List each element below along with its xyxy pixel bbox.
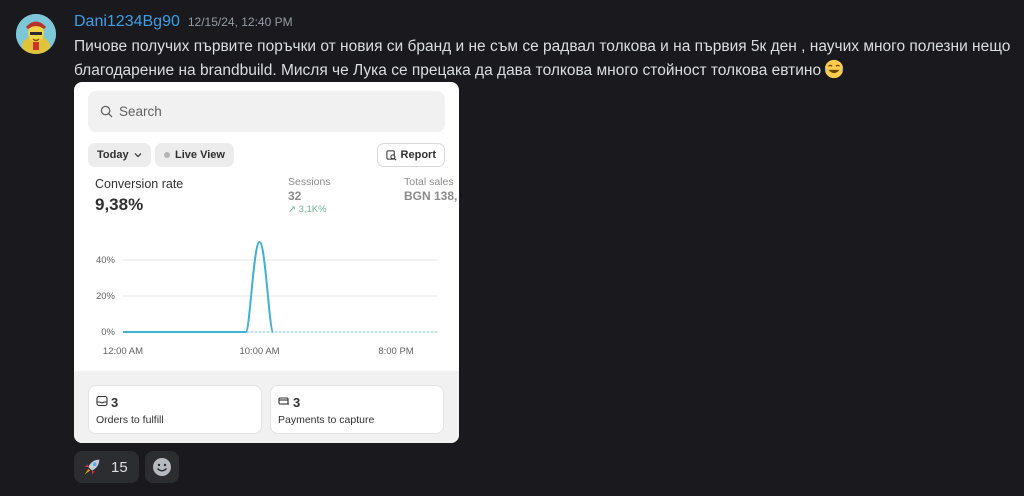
- search-placeholder: Search: [119, 104, 162, 119]
- avatar[interactable]: [16, 14, 56, 54]
- chevron-down-icon: [134, 153, 142, 158]
- sessions-value: 32: [288, 189, 302, 203]
- orders-card: 3 Orders to fulfill: [88, 385, 262, 434]
- report-icon: [385, 149, 396, 160]
- y-tick-label: 0%: [101, 327, 115, 338]
- payments-card: 3 Payments to capture: [270, 385, 444, 434]
- joy-emoji-icon: [824, 59, 844, 79]
- sessions-change: ↗ 3,1K%: [288, 204, 327, 215]
- orders-label: Orders to fulfill: [96, 414, 164, 426]
- rocket-reaction[interactable]: 15: [74, 451, 139, 483]
- report-label: Report: [400, 149, 436, 161]
- sessions-label: Sessions: [288, 176, 331, 188]
- search-icon: [100, 105, 113, 118]
- report-button: Report: [376, 143, 445, 167]
- conversion-rate-label: Conversion rate: [95, 177, 184, 191]
- payments-count: 3: [293, 395, 301, 410]
- summary-footer: 3 Orders to fulfill 3 Payments to captur…: [74, 371, 459, 443]
- conversion-series-line: [123, 240, 275, 333]
- payment-icon: [278, 397, 289, 405]
- username[interactable]: Dani1234Bg90: [74, 13, 180, 31]
- timestamp[interactable]: 12/15/24, 12:40 PM: [188, 15, 293, 29]
- message-header: Dani1234Bg90 12/15/24, 12:40 PM: [74, 13, 293, 31]
- today-label: Today: [97, 149, 129, 161]
- live-view-label: Live View: [175, 149, 225, 161]
- payments-label: Payments to capture: [278, 414, 375, 426]
- message-text: Пичове получих първите поръчки от новия …: [74, 36, 1018, 82]
- search-bar: Search: [88, 91, 445, 132]
- add-reaction-button[interactable]: [145, 451, 179, 483]
- smiley-icon: [153, 458, 171, 476]
- total-sales-value: BGN 138,: [404, 189, 458, 203]
- conversion-chart: 0% 20% 40% 12:00 AM 10:00 AM 8:00 PM: [96, 240, 437, 357]
- avatar-image: [16, 14, 56, 54]
- orders-count: 3: [111, 395, 119, 410]
- x-tick-label: 8:00 PM: [378, 346, 413, 357]
- attached-screenshot[interactable]: Search Today Live View Report Conversion…: [74, 82, 459, 443]
- y-tick-label: 20%: [96, 291, 116, 302]
- today-filter: Today: [88, 143, 151, 167]
- rocket-reaction-count: 15: [111, 458, 128, 476]
- total-sales-label: Total sales: [404, 176, 454, 188]
- rocket-icon: [84, 459, 100, 475]
- message-body: Пичове получих първите поръчки от новия …: [74, 38, 1011, 79]
- y-tick-label: 40%: [96, 255, 116, 266]
- x-tick-label: 12:00 AM: [103, 346, 143, 357]
- x-tick-label: 10:00 AM: [239, 346, 279, 357]
- live-dot-icon: [164, 152, 170, 158]
- inbox-icon: [96, 395, 108, 407]
- conversion-rate-value: 9,38%: [95, 195, 144, 214]
- live-view-filter: Live View: [155, 143, 234, 167]
